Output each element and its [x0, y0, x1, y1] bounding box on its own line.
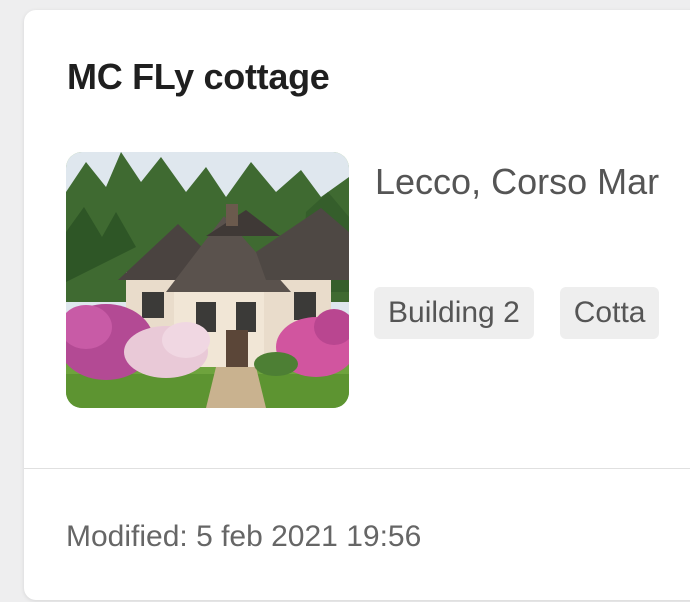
tag-building[interactable]: Building 2 [374, 287, 534, 339]
modified-timestamp: Modified: 5 feb 2021 19:56 [66, 520, 422, 553]
tag-list: Building 2 Cotta [374, 287, 660, 339]
tag-type[interactable]: Cotta [559, 287, 660, 339]
property-address: Lecco, Corso Mar [375, 161, 660, 202]
property-title: MC FLy cottage [67, 56, 330, 97]
property-card[interactable]: MC FLy cottage Lecco, Corso Mar Building… [24, 10, 690, 600]
divider [24, 468, 690, 469]
property-photo [66, 152, 349, 408]
